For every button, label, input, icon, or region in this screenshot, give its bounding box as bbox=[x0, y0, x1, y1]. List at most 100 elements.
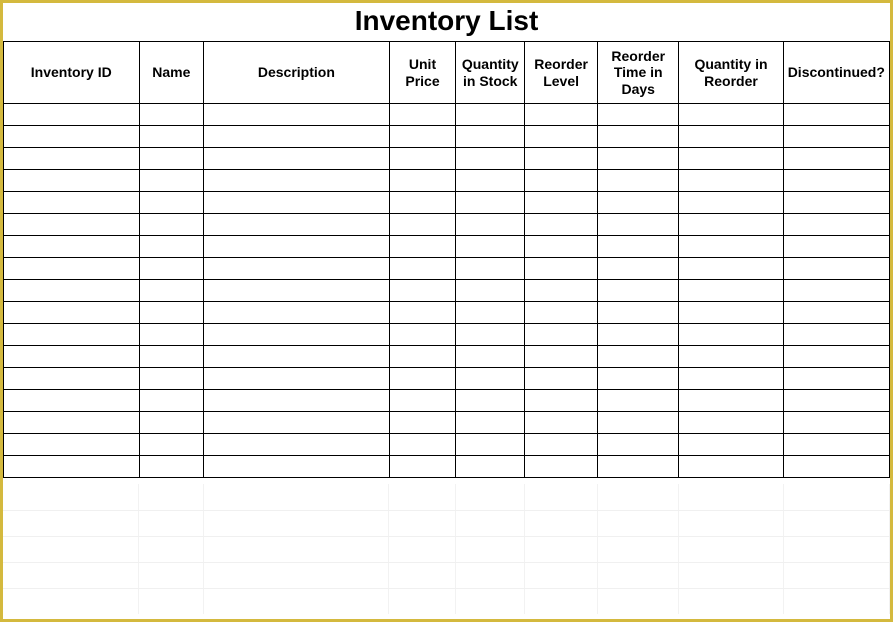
cell-unit_price[interactable] bbox=[389, 192, 456, 214]
cell-unit_price[interactable] bbox=[389, 412, 456, 434]
cell-unit_price[interactable] bbox=[389, 236, 456, 258]
cell-inventory_id[interactable] bbox=[4, 170, 140, 192]
cell-qty_reorder[interactable] bbox=[679, 390, 783, 412]
cell-inventory_id[interactable] bbox=[4, 280, 140, 302]
cell-reorder_level[interactable] bbox=[525, 434, 598, 456]
cell-name[interactable] bbox=[139, 214, 204, 236]
cell-qty_stock[interactable] bbox=[456, 280, 525, 302]
cell-name[interactable] bbox=[139, 126, 204, 148]
cell-description[interactable] bbox=[204, 346, 390, 368]
cell-reorder_level[interactable] bbox=[525, 104, 598, 126]
cell-qty_reorder[interactable] bbox=[679, 302, 783, 324]
cell-description[interactable] bbox=[204, 280, 390, 302]
cell-qty_stock[interactable] bbox=[456, 302, 525, 324]
cell-inventory_id[interactable] bbox=[4, 236, 140, 258]
cell-unit_price[interactable] bbox=[389, 258, 456, 280]
cell-description[interactable] bbox=[204, 214, 390, 236]
cell-inventory_id[interactable] bbox=[4, 412, 140, 434]
cell-qty_stock[interactable] bbox=[456, 192, 525, 214]
cell-reorder_level[interactable] bbox=[525, 390, 598, 412]
cell-discontinued[interactable] bbox=[783, 148, 889, 170]
cell-reorder_level[interactable] bbox=[525, 236, 598, 258]
cell-qty_reorder[interactable] bbox=[679, 456, 783, 478]
cell-reorder_level[interactable] bbox=[525, 126, 598, 148]
cell-description[interactable] bbox=[204, 236, 390, 258]
cell-reorder_days[interactable] bbox=[598, 412, 679, 434]
cell-discontinued[interactable] bbox=[783, 126, 889, 148]
cell-inventory_id[interactable] bbox=[4, 346, 140, 368]
cell-inventory_id[interactable] bbox=[4, 258, 140, 280]
cell-reorder_days[interactable] bbox=[598, 324, 679, 346]
cell-inventory_id[interactable] bbox=[4, 192, 140, 214]
cell-discontinued[interactable] bbox=[783, 104, 889, 126]
cell-description[interactable] bbox=[204, 368, 390, 390]
cell-name[interactable] bbox=[139, 456, 204, 478]
cell-name[interactable] bbox=[139, 390, 204, 412]
cell-qty_stock[interactable] bbox=[456, 346, 525, 368]
cell-reorder_level[interactable] bbox=[525, 192, 598, 214]
cell-description[interactable] bbox=[204, 390, 390, 412]
cell-qty_stock[interactable] bbox=[456, 258, 525, 280]
cell-qty_reorder[interactable] bbox=[679, 280, 783, 302]
cell-unit_price[interactable] bbox=[389, 170, 456, 192]
cell-inventory_id[interactable] bbox=[4, 434, 140, 456]
cell-reorder_level[interactable] bbox=[525, 170, 598, 192]
cell-discontinued[interactable] bbox=[783, 236, 889, 258]
cell-qty_reorder[interactable] bbox=[679, 148, 783, 170]
cell-reorder_level[interactable] bbox=[525, 302, 598, 324]
cell-reorder_level[interactable] bbox=[525, 368, 598, 390]
cell-qty_reorder[interactable] bbox=[679, 214, 783, 236]
cell-description[interactable] bbox=[204, 104, 390, 126]
cell-reorder_level[interactable] bbox=[525, 412, 598, 434]
cell-discontinued[interactable] bbox=[783, 280, 889, 302]
cell-reorder_days[interactable] bbox=[598, 170, 679, 192]
cell-unit_price[interactable] bbox=[389, 126, 456, 148]
cell-unit_price[interactable] bbox=[389, 214, 456, 236]
cell-unit_price[interactable] bbox=[389, 302, 456, 324]
cell-name[interactable] bbox=[139, 148, 204, 170]
cell-reorder_days[interactable] bbox=[598, 258, 679, 280]
cell-inventory_id[interactable] bbox=[4, 390, 140, 412]
cell-reorder_days[interactable] bbox=[598, 280, 679, 302]
cell-qty_stock[interactable] bbox=[456, 126, 525, 148]
cell-reorder_level[interactable] bbox=[525, 280, 598, 302]
cell-inventory_id[interactable] bbox=[4, 214, 140, 236]
cell-inventory_id[interactable] bbox=[4, 368, 140, 390]
cell-qty_stock[interactable] bbox=[456, 368, 525, 390]
cell-reorder_days[interactable] bbox=[598, 368, 679, 390]
cell-discontinued[interactable] bbox=[783, 324, 889, 346]
cell-discontinued[interactable] bbox=[783, 214, 889, 236]
cell-qty_stock[interactable] bbox=[456, 390, 525, 412]
cell-qty_reorder[interactable] bbox=[679, 434, 783, 456]
cell-name[interactable] bbox=[139, 280, 204, 302]
cell-reorder_days[interactable] bbox=[598, 456, 679, 478]
cell-reorder_level[interactable] bbox=[525, 346, 598, 368]
cell-reorder_days[interactable] bbox=[598, 390, 679, 412]
cell-discontinued[interactable] bbox=[783, 434, 889, 456]
cell-reorder_level[interactable] bbox=[525, 214, 598, 236]
cell-inventory_id[interactable] bbox=[4, 456, 140, 478]
cell-name[interactable] bbox=[139, 192, 204, 214]
cell-description[interactable] bbox=[204, 434, 390, 456]
cell-description[interactable] bbox=[204, 324, 390, 346]
cell-discontinued[interactable] bbox=[783, 192, 889, 214]
cell-reorder_level[interactable] bbox=[525, 148, 598, 170]
cell-qty_reorder[interactable] bbox=[679, 192, 783, 214]
cell-name[interactable] bbox=[139, 170, 204, 192]
cell-reorder_days[interactable] bbox=[598, 434, 679, 456]
cell-reorder_days[interactable] bbox=[598, 126, 679, 148]
cell-inventory_id[interactable] bbox=[4, 302, 140, 324]
cell-qty_reorder[interactable] bbox=[679, 236, 783, 258]
cell-qty_stock[interactable] bbox=[456, 456, 525, 478]
cell-description[interactable] bbox=[204, 412, 390, 434]
cell-unit_price[interactable] bbox=[389, 280, 456, 302]
cell-unit_price[interactable] bbox=[389, 324, 456, 346]
cell-name[interactable] bbox=[139, 346, 204, 368]
cell-name[interactable] bbox=[139, 324, 204, 346]
cell-qty_stock[interactable] bbox=[456, 434, 525, 456]
cell-inventory_id[interactable] bbox=[4, 104, 140, 126]
cell-reorder_days[interactable] bbox=[598, 104, 679, 126]
cell-reorder_days[interactable] bbox=[598, 148, 679, 170]
cell-discontinued[interactable] bbox=[783, 346, 889, 368]
cell-unit_price[interactable] bbox=[389, 346, 456, 368]
